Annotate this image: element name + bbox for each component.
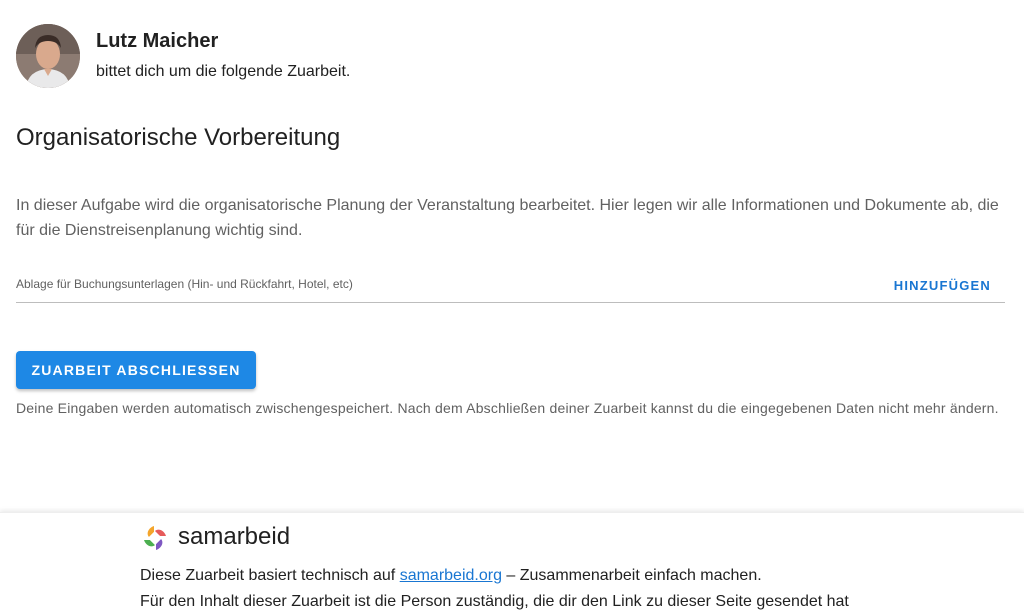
sender-name: Lutz Maicher: [96, 30, 219, 52]
page-title: Organisatorische Vorbereitung: [16, 124, 341, 151]
upload-field-divider: [16, 302, 1005, 303]
footer-responsibility-note: Für den Inhalt dieser Zuarbeit ist die P…: [140, 593, 849, 610]
task-description: In dieser Aufgabe wird die organisatoris…: [16, 197, 999, 239]
sender-subtitle: bittet dich um die folgende Zuarbeit.: [96, 63, 351, 80]
footer-attribution-prefix: Diese Zuarbeit basiert technisch auf: [140, 567, 400, 584]
complete-contribution-button[interactable]: ZUARBEIT ABSCHLIESSEN: [16, 351, 256, 389]
brand-name: samarbeid: [178, 523, 291, 550]
footer-attribution: Diese Zuarbeit basiert technisch auf sam…: [140, 567, 762, 585]
upload-field-label: Ablage für Buchungsunterlagen (Hin- und …: [16, 277, 353, 291]
autosave-note: Deine Eingaben werden automatisch zwisch…: [16, 400, 999, 416]
samarbeid-link[interactable]: samarbeid.org: [400, 567, 502, 584]
avatar: [16, 24, 80, 88]
samarbeid-logo-icon: [144, 526, 166, 550]
add-file-button[interactable]: HINZUFÜGEN: [894, 278, 991, 293]
avatar-photo: [16, 24, 80, 88]
footer-attribution-suffix: – Zusammenarbeit einfach machen.: [501, 567, 762, 584]
